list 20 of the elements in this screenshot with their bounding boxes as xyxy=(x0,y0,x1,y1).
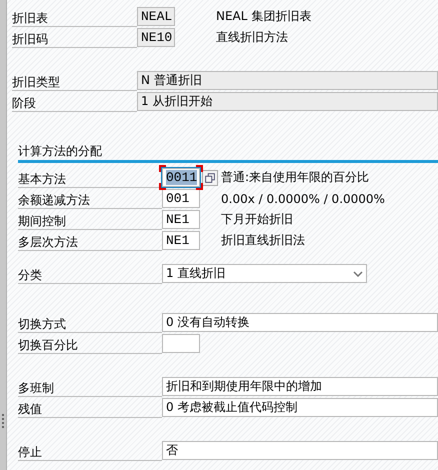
dropdown[interactable]: 1 直线折旧 xyxy=(162,264,367,283)
description-text: 折旧直线折旧法 xyxy=(221,232,305,249)
description-text: 普通:来自使用年限的百分比 xyxy=(221,169,370,186)
code-field[interactable] xyxy=(162,334,200,353)
description-text: 下月开始折旧 xyxy=(221,211,293,228)
code-field[interactable]: NE1 xyxy=(162,210,200,229)
code-field[interactable]: NE10 xyxy=(137,28,175,47)
text-field[interactable]: 否 xyxy=(162,441,438,460)
text-field[interactable]: 0 没有自动转换 xyxy=(162,313,438,332)
value-help-icon[interactable] xyxy=(202,170,218,186)
code-field[interactable]: NE1 xyxy=(162,231,200,250)
description-text: 0.00x / 0.0000% / 0.0000% xyxy=(221,192,385,206)
description-text: 直线折旧方法 xyxy=(216,29,288,46)
text-field[interactable]: 折旧和到期使用年限中的增加 xyxy=(162,377,438,396)
description-text: NEAL 集团折旧表 xyxy=(216,8,312,25)
section-title: 计算方法的分配 xyxy=(18,142,438,163)
code-field[interactable]: NEAL xyxy=(137,7,175,26)
caret-icon[interactable] xyxy=(353,270,363,276)
text-field[interactable]: 0 考虑被截止值代码控制 xyxy=(162,398,438,417)
code-field[interactable]: 001 xyxy=(162,189,200,208)
